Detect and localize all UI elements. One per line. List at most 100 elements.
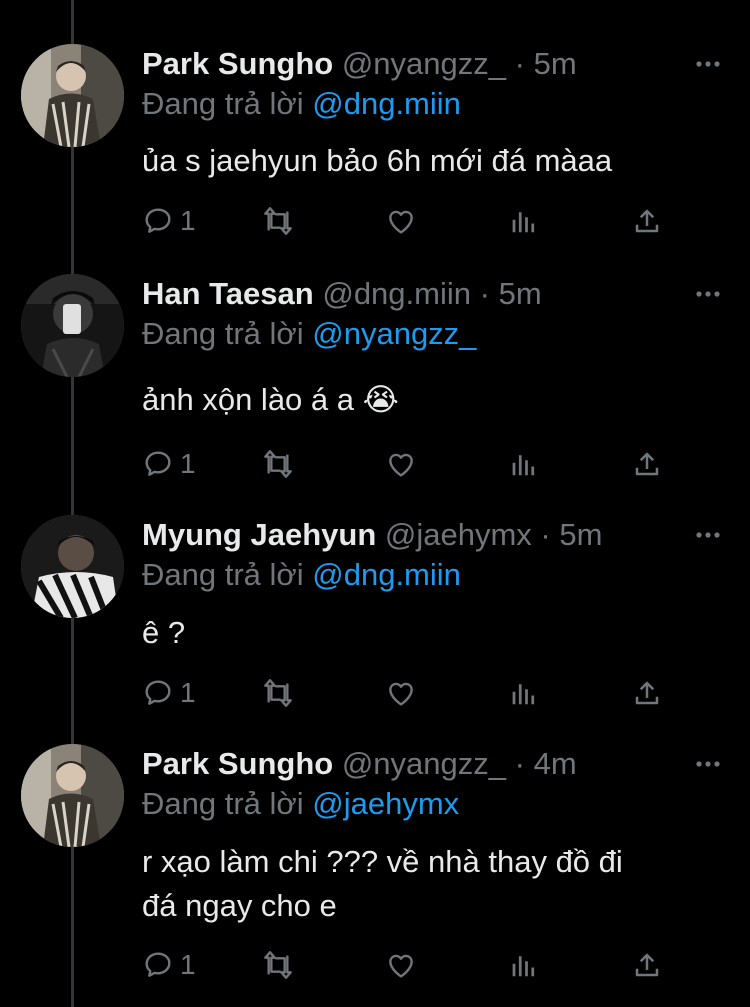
analytics-button[interactable] (509, 945, 539, 985)
reply-count: 1 (180, 677, 196, 708)
like-icon (389, 453, 413, 477)
avatar[interactable] (21, 744, 124, 847)
share-icon (635, 209, 659, 233)
tweet-text-line: đá ngay cho e (142, 888, 337, 923)
share-button[interactable] (632, 673, 662, 713)
author-name[interactable]: Han Taesan (142, 276, 314, 311)
reply-icon (145, 208, 171, 233)
like-icon (389, 210, 413, 234)
tweet-text: ảnh xộn lào á a 😭 (142, 378, 722, 422)
reply-icon (145, 952, 171, 977)
separator-dot: · (540, 517, 551, 552)
timestamp[interactable]: 5m (559, 517, 602, 552)
author-handle[interactable]: @nyangzz_ (342, 46, 506, 81)
analytics-icon (512, 956, 535, 977)
replying-to-label: Đang trả lời (142, 786, 304, 821)
tweet[interactable]: Park Sungho @nyangzz_ · 4m Đang trả lời … (0, 744, 750, 994)
reply-button[interactable]: 1 (142, 945, 196, 985)
more-icon[interactable] (694, 750, 722, 778)
tweet-actions: 1 (142, 444, 672, 484)
tweet-actions: 1 (142, 945, 672, 985)
reply-button[interactable]: 1 (142, 673, 196, 713)
share-button[interactable] (632, 444, 662, 484)
mention-link[interactable]: @dng.miin (312, 86, 461, 121)
tweet-header: Park Sungho @nyangzz_ · 4m (142, 744, 690, 784)
replying-to-label: Đang trả lời (142, 557, 304, 592)
reply-count: 1 (180, 205, 196, 236)
retweet-icon (264, 207, 292, 235)
like-icon (389, 954, 413, 978)
retweet-icon (264, 951, 292, 979)
like-button[interactable] (384, 444, 418, 484)
separator-dot: · (479, 276, 490, 311)
tweet-text-line: ê ? (142, 615, 186, 650)
analytics-icon (512, 455, 535, 476)
retweet-button[interactable] (260, 201, 296, 241)
replying-to-label: Đang trả lời (142, 86, 304, 121)
reply-button[interactable]: 1 (142, 201, 196, 241)
tweet[interactable]: Myung Jaehyun @jaehymx · 5m Đang trả lời… (0, 515, 750, 715)
author-handle[interactable]: @nyangzz_ (342, 746, 506, 781)
author-handle[interactable]: @dng.miin (322, 276, 471, 311)
separator-dot: · (514, 46, 525, 81)
analytics-button[interactable] (509, 201, 539, 241)
author-name[interactable]: Park Sungho (142, 46, 333, 81)
reply-icon (145, 451, 171, 476)
replying-to: Đang trả lời @dng.miin (142, 555, 461, 595)
tweet-text: ê ? (142, 611, 722, 655)
share-button[interactable] (632, 945, 662, 985)
tweet-header: Myung Jaehyun @jaehymx · 5m (142, 515, 690, 555)
avatar[interactable] (21, 274, 124, 377)
more-icon[interactable] (694, 521, 722, 549)
share-icon (635, 953, 659, 977)
author-handle[interactable]: @jaehymx (385, 517, 532, 552)
like-button[interactable] (384, 945, 418, 985)
tweet-actions: 1 (142, 201, 672, 241)
tweet-text-line: r xạo làm chi ??? về nhà thay đồ đi (142, 844, 623, 879)
tweet-text: ủa s jaehyun bảo 6h mới đá màaa (142, 139, 722, 183)
replying-to: Đang trả lời @jaehymx (142, 784, 459, 824)
reply-icon (145, 680, 171, 705)
tweet[interactable]: Han Taesan @dng.miin · 5m Đang trả lời @… (0, 274, 750, 479)
more-icon[interactable] (694, 280, 722, 308)
analytics-button[interactable] (509, 444, 539, 484)
replying-to: Đang trả lời @dng.miin (142, 84, 461, 124)
timestamp[interactable]: 4m (534, 746, 577, 781)
separator-dot: · (514, 746, 525, 781)
avatar[interactable] (21, 515, 124, 618)
timestamp[interactable]: 5m (534, 46, 577, 81)
mention-link[interactable]: @dng.miin (312, 557, 461, 592)
like-button[interactable] (384, 673, 418, 713)
more-icon[interactable] (694, 50, 722, 78)
analytics-icon (512, 684, 535, 705)
reply-count: 1 (180, 949, 196, 980)
analytics-icon (512, 212, 535, 233)
avatar[interactable] (21, 44, 124, 147)
tweet-text-line: ủa s jaehyun bảo 6h mới đá màaa (142, 143, 613, 178)
mention-link[interactable]: @jaehymx (312, 786, 459, 821)
author-name[interactable]: Park Sungho (142, 746, 333, 781)
retweet-icon (264, 450, 292, 478)
tweet[interactable]: Park Sungho @nyangzz_ · 5m Đang trả lời … (0, 44, 750, 244)
like-button[interactable] (384, 201, 418, 241)
share-icon (635, 452, 659, 476)
retweet-button[interactable] (260, 673, 296, 713)
tweet-text: r xạo làm chi ??? về nhà thay đồ đi đá n… (142, 840, 722, 928)
replying-to-label: Đang trả lời (142, 316, 304, 351)
tweet-text-line: ảnh xộn lào á a 😭 (142, 382, 399, 417)
mention-link[interactable]: @nyangzz_ (312, 316, 476, 351)
retweet-button[interactable] (260, 945, 296, 985)
tweet-header: Park Sungho @nyangzz_ · 5m (142, 44, 690, 84)
like-icon (389, 682, 413, 706)
reply-button[interactable]: 1 (142, 444, 196, 484)
analytics-button[interactable] (509, 673, 539, 713)
reply-count: 1 (180, 448, 196, 479)
tweet-actions: 1 (142, 673, 672, 713)
author-name[interactable]: Myung Jaehyun (142, 517, 376, 552)
share-icon (635, 681, 659, 705)
share-button[interactable] (632, 201, 662, 241)
retweet-icon (264, 679, 292, 707)
retweet-button[interactable] (260, 444, 296, 484)
tweet-header: Han Taesan @dng.miin · 5m (142, 274, 690, 314)
timestamp[interactable]: 5m (499, 276, 542, 311)
